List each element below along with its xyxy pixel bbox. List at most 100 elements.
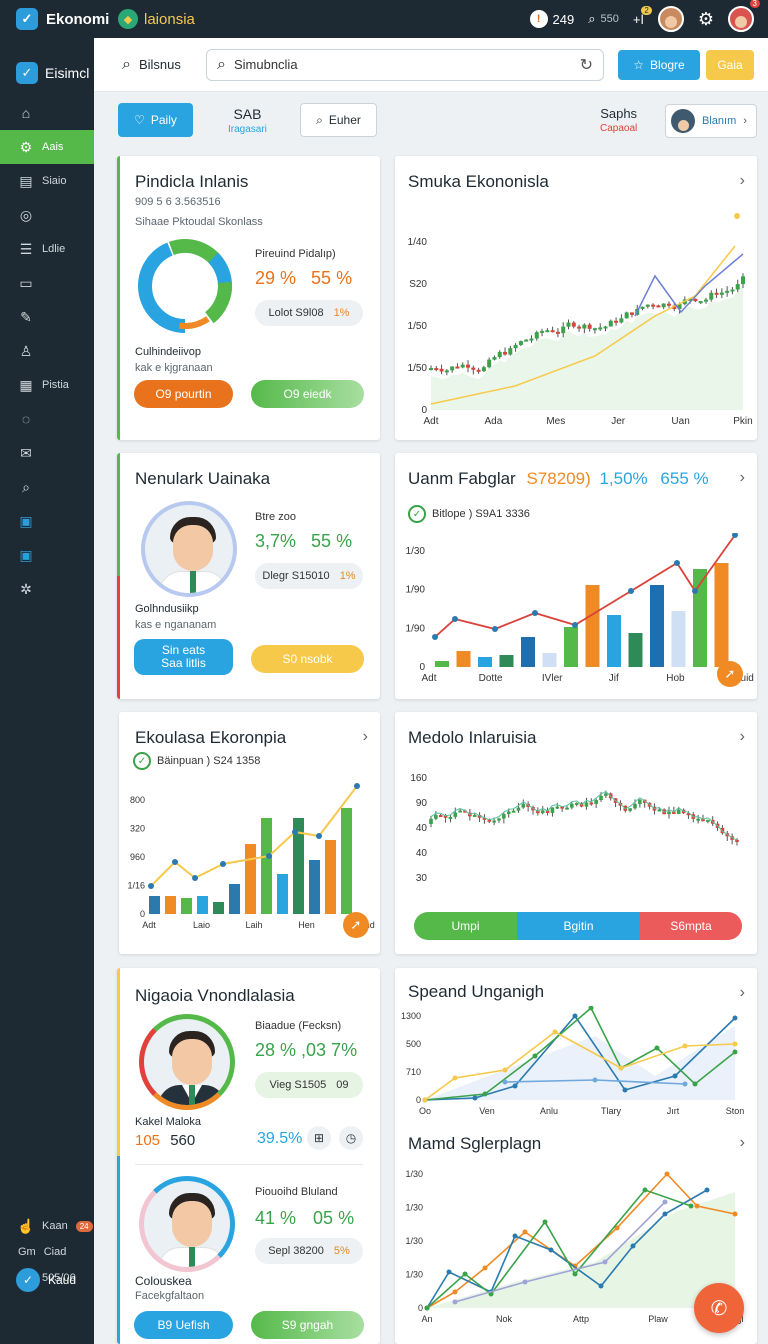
x-tick-label: Uan bbox=[671, 416, 689, 427]
sidebar-item-window[interactable]: ▣ bbox=[0, 538, 94, 572]
action-button-green[interactable]: S9 gngah bbox=[251, 1311, 364, 1339]
user-chip[interactable]: Blanım › bbox=[665, 104, 757, 138]
sidebar: ✓ Eisimcl ⌂ ⚙ Aais ▤ Siaio ◎ ☰ Ldlie ▭ ✎ ♙ … bbox=[0, 38, 94, 1344]
user-avatar-button[interactable] bbox=[657, 6, 684, 32]
x-tick-label: Dotte bbox=[479, 673, 503, 684]
sidebar-item-siaio[interactable]: ▤ Siaio bbox=[0, 164, 94, 198]
chevron-right-icon[interactable]: › bbox=[740, 1134, 745, 1152]
x-tick-label: Laio bbox=[193, 920, 210, 930]
candle-body bbox=[540, 330, 545, 333]
candle-body bbox=[633, 804, 637, 809]
profile-button[interactable]: 3 bbox=[728, 0, 760, 32]
action-button-blue[interactable]: Sin eats Saa litlis bbox=[134, 639, 233, 675]
secondary-button[interactable]: Gaia bbox=[706, 49, 754, 80]
candle-body bbox=[529, 338, 534, 341]
arrow-icon[interactable]: ➚ bbox=[717, 661, 743, 687]
candle-body bbox=[587, 324, 592, 329]
stat-pill-label: Dlegr S15010 bbox=[262, 570, 330, 582]
sidebar-logo[interactable]: ✓ Eisimcl bbox=[0, 38, 94, 90]
refresh-icon[interactable]: ↻ bbox=[580, 55, 593, 75]
sidebar-item-ldlie[interactable]: ☰ Ldlie bbox=[0, 232, 94, 266]
sidebar-item-chat[interactable]: ◌ bbox=[0, 402, 94, 436]
action-button-yellow[interactable]: S0 nsobk bbox=[251, 645, 364, 673]
chevron-right-icon[interactable]: › bbox=[740, 172, 745, 190]
tab-saphs[interactable]: Saphs Capaoal bbox=[600, 106, 637, 134]
search-icon: ⌕ bbox=[22, 478, 30, 495]
x-tick-label: Hob bbox=[666, 673, 685, 684]
coins-counter[interactable]: ! 249 bbox=[529, 10, 574, 28]
search-input[interactable] bbox=[233, 57, 572, 72]
stat-pill: Sepl 38200 5% bbox=[255, 1238, 363, 1264]
candle-body bbox=[698, 301, 703, 304]
sidebar-item-settings[interactable]: ✲ bbox=[0, 572, 94, 606]
calculator-icon[interactable]: ⊞ bbox=[307, 1126, 331, 1150]
candle-body bbox=[656, 305, 661, 308]
sidebar-item-mail[interactable]: ✉ bbox=[0, 436, 94, 470]
clock-icon[interactable]: ◷ bbox=[339, 1126, 363, 1150]
candle-body bbox=[657, 809, 662, 812]
chat-icon: ✆ bbox=[710, 1297, 728, 1320]
sidebar-bottom-ciad[interactable]: Gm Ciad bbox=[0, 1239, 94, 1265]
notifications-button[interactable]: +ǀ 2 bbox=[633, 5, 652, 27]
chevron-right-icon[interactable]: › bbox=[363, 728, 368, 746]
sidebar-item-pen[interactable]: ✎ bbox=[0, 300, 94, 334]
secondary-brand[interactable]: ◆ laionsia bbox=[118, 9, 195, 29]
number-row: 105 560 bbox=[135, 1132, 195, 1149]
top-search[interactable]: ⌕ 550 bbox=[588, 11, 619, 27]
sidebar-item-folder[interactable]: ▭ bbox=[0, 266, 94, 300]
coin-icon: ! bbox=[529, 10, 548, 28]
chevron-right-icon[interactable]: › bbox=[740, 984, 745, 1002]
primary-button[interactable]: ☆ Blogre bbox=[618, 49, 700, 80]
y-tick-label: 1/90 bbox=[406, 623, 426, 634]
candle-body bbox=[453, 812, 458, 817]
sidebar-item-target[interactable]: ◎ bbox=[0, 198, 94, 232]
filter-chip-daily[interactable]: ♡ Paily bbox=[118, 103, 193, 137]
x-tick-label: Jif bbox=[609, 673, 619, 684]
data-point bbox=[732, 1211, 738, 1217]
data-point bbox=[316, 833, 322, 839]
legend-segment[interactable]: S6mpta bbox=[640, 912, 742, 940]
chevron-right-icon[interactable]: › bbox=[740, 469, 745, 487]
sidebar-item-label: Pistia bbox=[42, 379, 69, 391]
sidebar-item-pistia[interactable]: ▦ Pistia bbox=[0, 368, 94, 402]
bar bbox=[261, 818, 272, 914]
candle-body bbox=[550, 807, 555, 813]
sidebar-item-person[interactable]: ♙ bbox=[0, 334, 94, 368]
number-value: 105 bbox=[135, 1132, 161, 1149]
chat-fab-button[interactable]: ✆ bbox=[694, 1283, 744, 1333]
x-tick-label: Laih bbox=[245, 920, 262, 930]
sidebar-item-home[interactable]: ⌂ bbox=[0, 96, 94, 130]
candle-body bbox=[571, 322, 576, 327]
y-tick-label: 1300 bbox=[401, 1011, 421, 1021]
candle-body bbox=[521, 803, 526, 808]
filter-chip-other[interactable]: ⌕ Euher bbox=[300, 103, 377, 137]
legend-segment[interactable]: Bgitin bbox=[517, 912, 640, 940]
action-button-orange[interactable]: O9 pourtin bbox=[134, 380, 233, 408]
mail-icon: ✉ bbox=[20, 444, 32, 461]
data-point bbox=[692, 1081, 698, 1087]
sidebar-user[interactable]: ✓ Kaud bbox=[16, 1268, 76, 1292]
x-tick-label: Oo bbox=[419, 1106, 431, 1116]
sidebar-item-aais[interactable]: ⚙ Aais bbox=[0, 130, 94, 164]
arrow-icon[interactable]: ➚ bbox=[343, 912, 369, 938]
search-field[interactable]: ⌕ ↻ bbox=[206, 48, 604, 81]
bar bbox=[478, 657, 492, 667]
bar bbox=[213, 902, 224, 914]
tab-sab[interactable]: SAB Iragasari bbox=[228, 106, 267, 135]
home-icon: ⌂ bbox=[21, 105, 31, 121]
search-icon: ⌕ bbox=[316, 112, 323, 127]
legend-segment[interactable]: Umpi bbox=[414, 912, 517, 940]
sidebar-bottom-kaan[interactable]: ☝ Kaan 24 bbox=[0, 1213, 94, 1239]
candle-body bbox=[492, 357, 497, 360]
count-badge: 24 bbox=[75, 1220, 93, 1232]
settings-button[interactable]: ⚙ bbox=[698, 9, 714, 30]
app-logo[interactable]: ✓ Ekonomi bbox=[0, 8, 118, 30]
x-tick-label: An bbox=[421, 1314, 432, 1324]
sidebar-item-report[interactable]: ▣ bbox=[0, 504, 94, 538]
x-tick-label: Plaw bbox=[648, 1314, 668, 1324]
sidebar-item-search[interactable]: ⌕ bbox=[0, 470, 94, 504]
chevron-right-icon[interactable]: › bbox=[740, 728, 745, 746]
action-button-green[interactable]: O9 eiedk bbox=[251, 380, 364, 408]
action-button-blue[interactable]: B9 Uefish bbox=[134, 1311, 233, 1339]
candle-body bbox=[594, 800, 598, 804]
